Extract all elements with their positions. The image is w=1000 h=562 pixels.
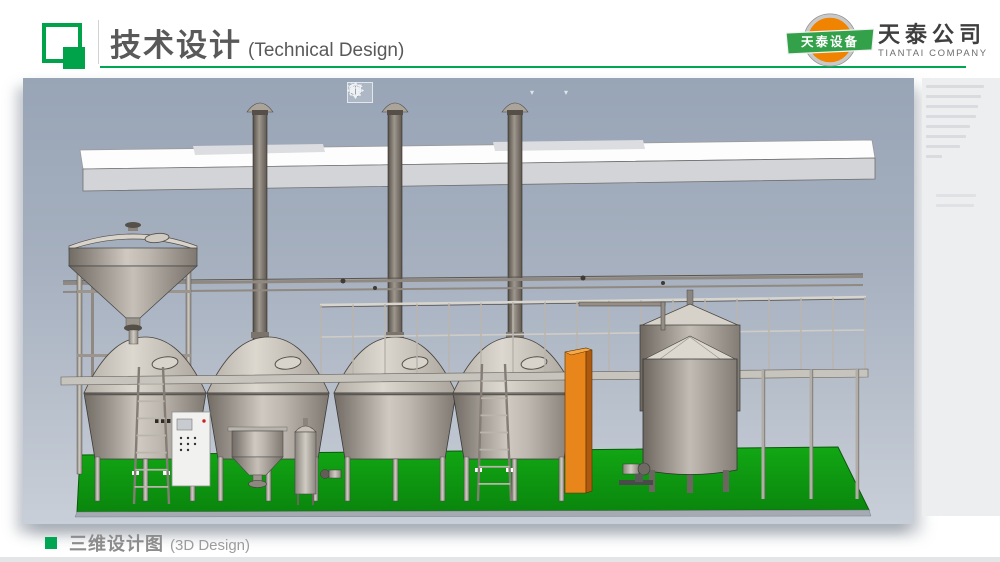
zoom-to-area-icon[interactable] (451, 82, 477, 103)
filter-column (295, 418, 316, 505)
company-name-zh: 天泰公司 (878, 22, 988, 48)
control-cabinet (172, 412, 210, 486)
chimney-1 (247, 103, 273, 340)
page-title: 技术设计 (Technical Design) (110, 20, 404, 65)
company-logo: 天泰设备 天泰公司 TIANTAI COMPANY (786, 12, 988, 68)
cad-viewer: ▾ ▾ (23, 78, 914, 524)
caption-zh: 三维设计图 (69, 530, 164, 556)
faded-side-panel (922, 78, 1000, 516)
view-orientation-dropdown-caret[interactable]: ▾ (564, 89, 568, 97)
caption-bullet-icon (45, 537, 57, 549)
pan-icon[interactable] (373, 82, 399, 103)
grain-silo (69, 222, 197, 344)
display-style-dropdown-caret[interactable]: ▾ (530, 89, 534, 97)
logo-badge-icon: 天泰设备 (786, 12, 874, 68)
page-title-zh: 技术设计 (110, 28, 242, 63)
bottom-strip (0, 557, 1000, 562)
hot-water-tank-front (643, 336, 737, 493)
3d-scene (23, 78, 914, 524)
green-square-fill-icon (63, 47, 85, 69)
cad-toolbar: ▾ ▾ (347, 82, 571, 103)
view-orientation-icon[interactable] (537, 82, 563, 103)
header-divider (98, 20, 99, 64)
zoom-in-out-icon[interactable] (425, 82, 451, 103)
page-title-en: (Technical Design) (248, 40, 404, 61)
company-name-en: TIANTAI COMPANY (878, 48, 988, 59)
rotate-view-icon[interactable] (399, 82, 425, 103)
orange-column (565, 348, 592, 493)
presentation-slide: 技术设计 (Technical Design) 天泰设备 天泰公司 TIANTAI… (0, 0, 1000, 562)
small-pump (321, 470, 342, 479)
caption-en: (3D Design) (170, 537, 250, 554)
zoom-to-fit-icon[interactable] (477, 82, 503, 103)
roof-canopy (80, 140, 875, 191)
caption: 三维设计图 (3D Design) (45, 530, 250, 556)
logo-badge-text: 天泰设备 (801, 34, 859, 49)
display-style-icon[interactable] (503, 82, 529, 103)
